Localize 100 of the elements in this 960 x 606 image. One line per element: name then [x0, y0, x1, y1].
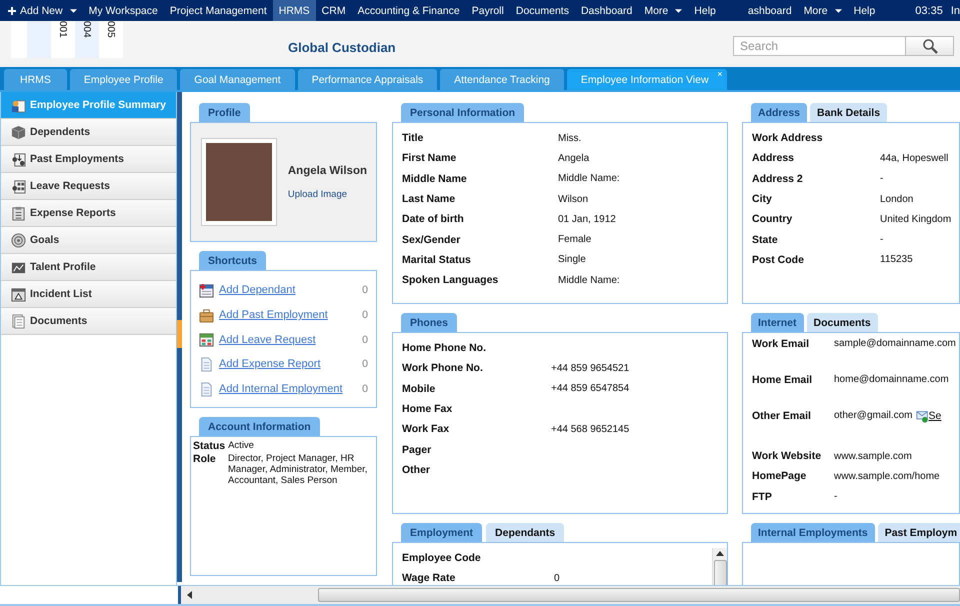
- panel-tab[interactable]: Dependants: [486, 523, 564, 542]
- panel-tab[interactable]: Shortcuts: [199, 251, 266, 270]
- menu-item[interactable]: Project Management: [164, 0, 273, 21]
- field-label: Title: [402, 132, 424, 144]
- send-link[interactable]: Se: [928, 410, 942, 422]
- sidebar-item[interactable]: Past Employments: [1, 146, 176, 173]
- menu-item[interactable]: Help: [688, 0, 722, 21]
- panel-tab[interactable]: Internal Employments: [751, 523, 875, 542]
- employee-name: Angela Wilson: [288, 164, 367, 176]
- field-label: Spoken Languages: [402, 274, 500, 286]
- shortcut-link[interactable]: Add Internal Employment: [219, 383, 343, 396]
- shortcut-link[interactable]: Add Leave Request: [219, 334, 316, 346]
- field-label: Date of birth: [402, 213, 465, 226]
- field-value: 0: [554, 572, 560, 584]
- company-title: Global Custodian: [288, 40, 396, 55]
- menu-item[interactable]: Accounting & Finance: [352, 0, 466, 21]
- sidebar-item[interactable]: Goals: [1, 227, 176, 254]
- panel-tab[interactable]: Personal Information: [401, 103, 524, 122]
- menu-item[interactable]: More: [798, 0, 848, 21]
- field-value: Active: [228, 440, 254, 452]
- panel-tab[interactable]: Account Information: [199, 417, 320, 436]
- menu-item[interactable]: Add New: [2, 0, 83, 21]
- user-name[interactable]: In: [950, 0, 960, 21]
- scroll-thumb[interactable]: [318, 588, 960, 602]
- field-label: Address: [752, 152, 796, 164]
- left-arrow-icon: [187, 591, 192, 599]
- panel-tab[interactable]: Internet: [751, 313, 804, 332]
- field-label: Pager: [402, 444, 432, 456]
- sidebar-item[interactable]: Expense Reports: [1, 200, 176, 227]
- field-label: Other: [402, 464, 432, 476]
- mail-icon[interactable]: [916, 410, 929, 423]
- scroll-thumb[interactable]: [714, 560, 726, 585]
- warning-window-icon: [11, 286, 26, 302]
- field-label: Status: [193, 440, 226, 452]
- caret-icon: [675, 8, 682, 12]
- people-grid-icon: [11, 178, 26, 194]
- shortcut-count: 0: [362, 383, 368, 396]
- field-value: Angela: [558, 152, 590, 164]
- shortcut-count: 0: [362, 284, 368, 296]
- column-header: 005: [104, 21, 116, 38]
- panel-tab[interactable]: Documents: [806, 313, 878, 332]
- search-button[interactable]: [905, 36, 954, 56]
- field-label: Last Name: [402, 193, 456, 206]
- menu-item[interactable]: More: [638, 0, 688, 21]
- menu-item[interactable]: My Workspace: [82, 0, 164, 21]
- splitter-bar[interactable]: [177, 92, 182, 582]
- document-icon: [11, 314, 26, 328]
- field-label: Home Phone No.: [402, 342, 488, 354]
- panel-tab[interactable]: Address: [751, 103, 808, 122]
- menu-item[interactable]: CRM: [316, 0, 352, 21]
- field-label: State: [752, 234, 779, 246]
- search-field[interactable]: Search: [733, 36, 907, 56]
- field-value: +44 859 9654521: [551, 362, 630, 374]
- clipboard-icon: [11, 206, 26, 220]
- field-value: Middle Name:: [558, 274, 620, 286]
- shortcut-count: 0: [362, 358, 368, 370]
- sidebar-item[interactable]: Dependents: [1, 119, 176, 146]
- calendar-plus-icon: [199, 282, 214, 298]
- shortcut-count: 0: [362, 309, 368, 322]
- sidebar-item[interactable]: Talent Profile: [1, 254, 176, 281]
- panel-tab[interactable]: Employment: [401, 523, 482, 542]
- menu-item[interactable]: Dashboard: [574, 0, 638, 21]
- column-header: 004: [80, 21, 92, 38]
- sidebar-item[interactable]: Leave Requests: [1, 173, 176, 200]
- panel-tab[interactable]: Past Employm: [878, 523, 960, 542]
- field-label: Employee Code: [402, 552, 482, 564]
- shortcut-link[interactable]: Add Expense Report: [219, 358, 321, 370]
- menu-item[interactable]: Help: [848, 0, 882, 21]
- upload-image-link[interactable]: Upload Image: [288, 188, 367, 200]
- column-header: 001: [56, 21, 68, 38]
- horizontal-scrollbar[interactable]: [181, 586, 960, 604]
- field-value: United Kingdom: [880, 214, 952, 225]
- shortcut-link[interactable]: Add Past Employment: [219, 309, 328, 322]
- shortcut-link[interactable]: Add Dependant: [219, 284, 296, 296]
- document-icon: [199, 356, 214, 372]
- shortcut-count: 0: [362, 334, 368, 346]
- field-value: -: [880, 234, 884, 246]
- panel-tab[interactable]: Profile: [199, 103, 250, 122]
- sidebar-item[interactable]: Incident List: [1, 281, 176, 308]
- menu-item[interactable]: ashboard: [742, 0, 798, 21]
- up-arrow-icon: [716, 551, 724, 556]
- field-label: Work Website: [752, 450, 822, 462]
- field-label: Work Address: [752, 132, 824, 144]
- caret-icon: [70, 8, 77, 12]
- field-label: Home Email: [752, 374, 814, 386]
- field-value: +44 568 9652145: [551, 424, 630, 435]
- menu-item[interactable]: Payroll: [466, 0, 510, 21]
- field-label: Marital Status: [402, 254, 472, 266]
- menu-item[interactable]: Documents: [510, 0, 575, 21]
- field-value: Female: [558, 234, 592, 246]
- field-label: Sex/Gender: [402, 234, 462, 246]
- field-value: Middle Name:: [558, 173, 620, 184]
- briefcase-icon: [199, 308, 214, 323]
- panel-tab[interactable]: Phones: [401, 313, 457, 332]
- field-label: Mobile: [402, 382, 436, 395]
- sidebar-item[interactable]: Documents: [1, 308, 176, 335]
- panel-tab[interactable]: Bank Details: [810, 103, 888, 122]
- menu-item[interactable]: HRMS: [272, 0, 316, 21]
- collapse-handle[interactable]: [177, 320, 182, 348]
- field-label: Wage Rate: [402, 572, 456, 584]
